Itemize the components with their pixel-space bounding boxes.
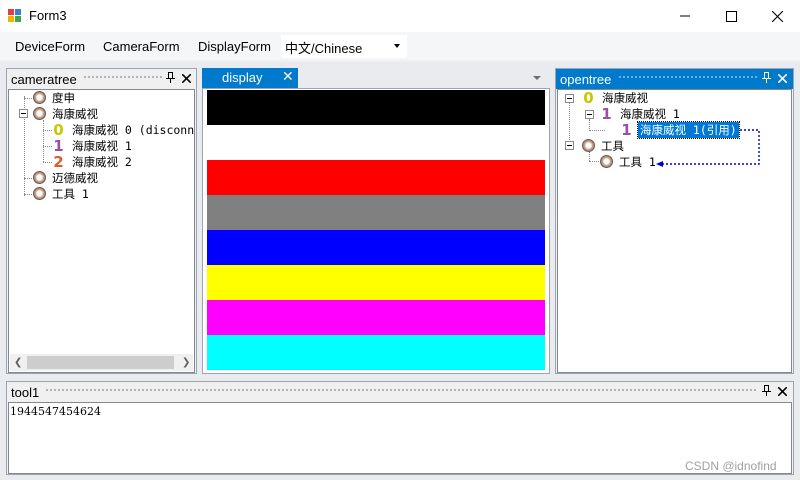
color-bar [207,265,545,300]
close-icon [771,10,783,22]
close-icon[interactable] [775,72,789,86]
color-bar [207,90,545,125]
color-bar [207,195,545,230]
language-select-value: 中文/Chinese [285,41,363,56]
pin-icon[interactable] [759,72,773,86]
tool-icon [33,187,46,200]
badge-one-icon: 1 [53,137,64,155]
display-canvas [202,88,550,374]
tool1-text: 1944547454624 [10,405,101,418]
badge-two-icon: 2 [53,153,64,171]
tree-node[interactable]: 0海康威视 0 (disconnected) [52,121,194,139]
menu-item-deviceform[interactable]: DeviceForm [15,39,85,54]
tree-node[interactable]: 1 海康威视 1 [52,138,134,154]
close-icon[interactable]: ✕ [282,68,294,85]
pin-icon[interactable] [759,385,773,399]
collapse-toggle[interactable] [19,109,28,118]
maximize-button[interactable] [708,0,754,32]
drag-grip[interactable] [618,75,758,80]
pin-icon[interactable] [163,72,177,86]
drag-grip[interactable] [45,388,757,393]
color-bar [207,125,545,160]
chevron-down-icon[interactable] [533,76,541,80]
tool1-header[interactable]: tool1 [7,382,793,402]
opentree-view[interactable]: 0 海康威视 1 海康威视 1 1 海康威视 1(引用) 工具 工具 1 [557,89,792,373]
scrollbar-thumb[interactable] [27,356,174,369]
reference-link-line [656,129,760,167]
color-bar [207,300,545,335]
document-tabstrip: display ✕ [202,68,550,88]
app-icon [8,9,22,23]
close-icon[interactable] [179,72,193,86]
drag-grip[interactable] [83,75,163,80]
cameratree-view[interactable]: 度申 海康威视 0海康威视 0 (disconnected) 1海康威视 1 2… [8,89,195,373]
display-document: display ✕ [202,68,550,374]
opentree-header[interactable]: opentree [556,69,793,89]
chevron-down-icon [394,44,400,48]
close-window-button[interactable] [754,0,800,32]
tool1-textbox[interactable]: 1944547454624 [8,402,792,474]
language-select[interactable]: 中文/Chinese [281,35,407,58]
tab-display-label: display [222,70,263,85]
close-icon[interactable] [775,385,789,399]
cameratree-title: cameratree [11,72,77,87]
menu-item-cameraform[interactable]: CameraForm [103,39,180,54]
scroll-right-icon[interactable]: ❯ [182,357,190,368]
camera-icon [33,91,46,104]
camera-icon [33,107,46,120]
badge-zero-icon: 0 [53,121,64,139]
watermark: CSDN @idnofind [685,459,777,473]
cameratree-header[interactable]: cameratree [7,69,196,89]
camera-icon [33,171,46,184]
minimize-button[interactable] [662,0,708,32]
tree-node[interactable]: 工具 1 [33,186,91,202]
tool1-title: tool1 [11,385,40,400]
scroll-left-icon[interactable]: ❮ [14,357,22,368]
title-bar: Form3 [0,0,800,32]
tree-node[interactable]: 海康威视 [33,106,100,122]
cameratree-panel: cameratree 度申 海康威视 0海康威视 0 (disconnected… [6,68,197,374]
minimize-icon [680,15,690,17]
tree-node[interactable]: 度申 [33,90,77,106]
tab-display[interactable]: display ✕ [202,68,298,88]
horizontal-scrollbar[interactable]: ❮ ❯ [10,354,193,371]
tree-node[interactable]: 迈德威视 [33,170,100,186]
menu-item-displayform[interactable]: DisplayForm [198,39,271,54]
color-bar [207,335,545,370]
tool1-panel: tool1 1944547454624 [6,381,794,475]
opentree-panel: opentree 0 海康威视 1 海康威视 1 1 海康威视 1(引用) 工具 工具 [555,68,794,374]
window-title: Form3 [29,8,67,23]
maximize-icon [725,10,737,22]
color-bar [207,230,545,265]
opentree-title: opentree [560,72,612,87]
tree-node[interactable]: 2 海康威视 2 [52,154,134,170]
color-bar [207,160,545,195]
